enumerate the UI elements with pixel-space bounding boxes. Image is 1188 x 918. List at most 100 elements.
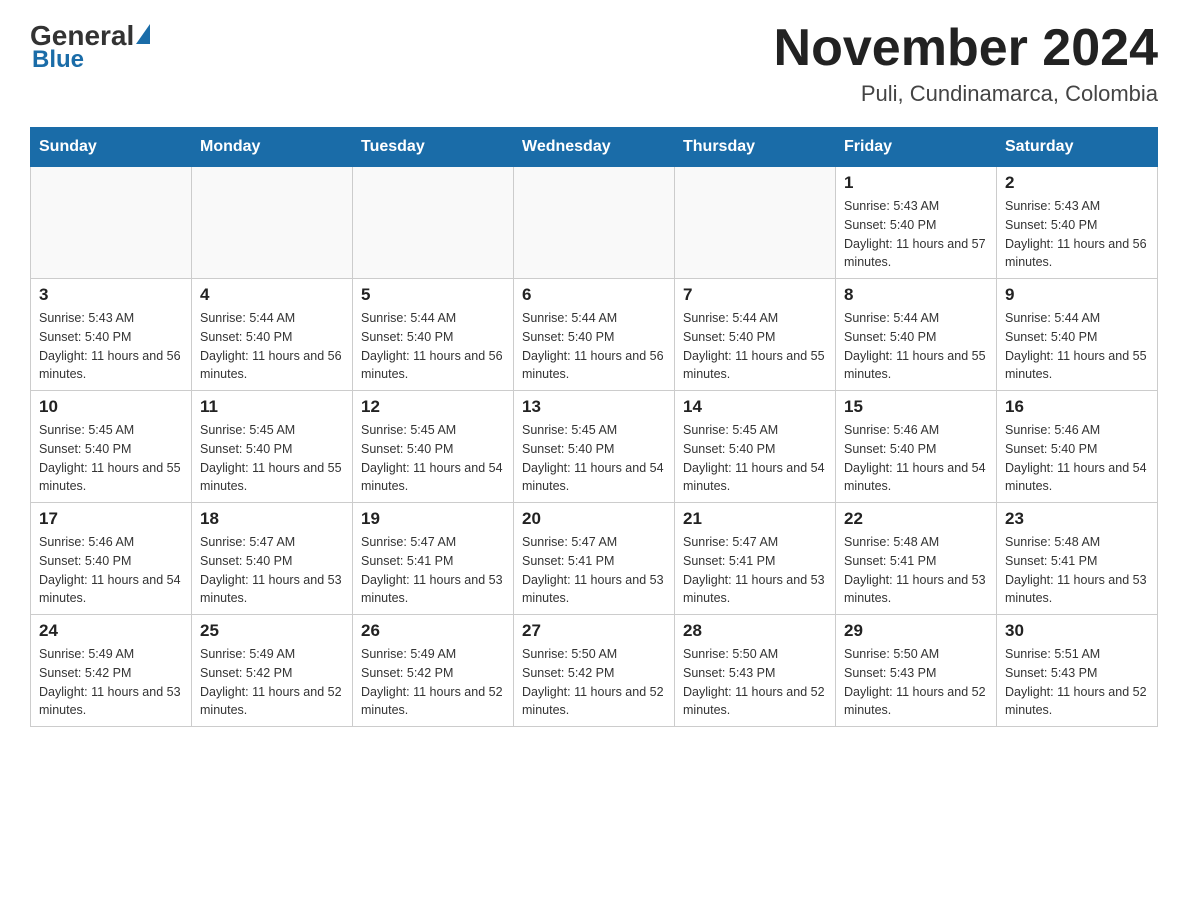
day-info: Sunrise: 5:43 AM Sunset: 5:40 PM Dayligh… [39,309,183,384]
day-number: 16 [1005,397,1149,417]
calendar-week-3: 10 Sunrise: 5:45 AM Sunset: 5:40 PM Dayli… [31,391,1158,503]
day-number: 11 [200,397,344,417]
day-info: Sunrise: 5:45 AM Sunset: 5:40 PM Dayligh… [683,421,827,496]
calendar-week-5: 24 Sunrise: 5:49 AM Sunset: 5:42 PM Dayli… [31,615,1158,727]
calendar-cell: 6 Sunrise: 5:44 AM Sunset: 5:40 PM Daylig… [514,279,675,391]
weekday-header-friday: Friday [836,128,997,167]
calendar-cell: 27 Sunrise: 5:50 AM Sunset: 5:42 PM Dayli… [514,615,675,727]
calendar-cell [514,167,675,279]
calendar-cell [353,167,514,279]
day-info: Sunrise: 5:44 AM Sunset: 5:40 PM Dayligh… [522,309,666,384]
weekday-header-tuesday: Tuesday [353,128,514,167]
calendar-cell: 22 Sunrise: 5:48 AM Sunset: 5:41 PM Dayli… [836,503,997,615]
day-info: Sunrise: 5:45 AM Sunset: 5:40 PM Dayligh… [522,421,666,496]
day-info: Sunrise: 5:49 AM Sunset: 5:42 PM Dayligh… [200,645,344,720]
calendar-cell: 24 Sunrise: 5:49 AM Sunset: 5:42 PM Dayli… [31,615,192,727]
day-info: Sunrise: 5:50 AM Sunset: 5:42 PM Dayligh… [522,645,666,720]
day-info: Sunrise: 5:46 AM Sunset: 5:40 PM Dayligh… [844,421,988,496]
calendar-cell: 1 Sunrise: 5:43 AM Sunset: 5:40 PM Daylig… [836,167,997,279]
day-info: Sunrise: 5:49 AM Sunset: 5:42 PM Dayligh… [39,645,183,720]
day-info: Sunrise: 5:47 AM Sunset: 5:41 PM Dayligh… [683,533,827,608]
title-section: November 2024 Puli, Cundinamarca, Colomb… [774,20,1158,107]
day-info: Sunrise: 5:50 AM Sunset: 5:43 PM Dayligh… [683,645,827,720]
day-number: 28 [683,621,827,641]
weekday-header-saturday: Saturday [997,128,1158,167]
calendar-cell: 8Sunrise: 5:44 AM Sunset: 5:40 PM Daylig… [836,279,997,391]
day-number: 5 [361,285,505,305]
logo: General Blue [30,20,150,74]
calendar-cell: 23Sunrise: 5:48 AM Sunset: 5:41 PM Dayli… [997,503,1158,615]
calendar-cell: 7 Sunrise: 5:44 AM Sunset: 5:40 PM Daylig… [675,279,836,391]
calendar-cell: 13 Sunrise: 5:45 AM Sunset: 5:40 PM Dayli… [514,391,675,503]
calendar-cell: 17 Sunrise: 5:46 AM Sunset: 5:40 PM Dayli… [31,503,192,615]
day-number: 12 [361,397,505,417]
day-number: 8 [844,285,988,305]
calendar-cell: 21 Sunrise: 5:47 AM Sunset: 5:41 PM Dayli… [675,503,836,615]
calendar-cell: 12 Sunrise: 5:45 AM Sunset: 5:40 PM Dayli… [353,391,514,503]
calendar-cell: 9Sunrise: 5:44 AM Sunset: 5:40 PM Daylig… [997,279,1158,391]
day-number: 26 [361,621,505,641]
calendar-table: SundayMondayTuesdayWednesdayThursdayFrid… [30,127,1158,727]
calendar-cell: 11 Sunrise: 5:45 AM Sunset: 5:40 PM Dayli… [192,391,353,503]
day-number: 1 [844,173,988,193]
calendar-header-row: SundayMondayTuesdayWednesdayThursdayFrid… [31,128,1158,167]
day-number: 7 [683,285,827,305]
day-number: 17 [39,509,183,529]
day-number: 15 [844,397,988,417]
day-number: 19 [361,509,505,529]
weekday-header-sunday: Sunday [31,128,192,167]
day-info: Sunrise: 5:46 AM Sunset: 5:40 PM Dayligh… [39,533,183,608]
day-number: 24 [39,621,183,641]
calendar-week-4: 17 Sunrise: 5:46 AM Sunset: 5:40 PM Dayli… [31,503,1158,615]
day-info: Sunrise: 5:49 AM Sunset: 5:42 PM Dayligh… [361,645,505,720]
day-info: Sunrise: 5:43 AM Sunset: 5:40 PM Dayligh… [844,197,988,272]
day-info: Sunrise: 5:47 AM Sunset: 5:41 PM Dayligh… [522,533,666,608]
day-number: 30 [1005,621,1149,641]
day-number: 13 [522,397,666,417]
calendar-cell: 19 Sunrise: 5:47 AM Sunset: 5:41 PM Dayli… [353,503,514,615]
calendar-week-2: 3 Sunrise: 5:43 AM Sunset: 5:40 PM Daylig… [31,279,1158,391]
calendar-cell: 28 Sunrise: 5:50 AM Sunset: 5:43 PM Dayli… [675,615,836,727]
day-info: Sunrise: 5:47 AM Sunset: 5:41 PM Dayligh… [361,533,505,608]
day-info: Sunrise: 5:45 AM Sunset: 5:40 PM Dayligh… [200,421,344,496]
calendar-cell: 18Sunrise: 5:47 AM Sunset: 5:40 PM Dayli… [192,503,353,615]
day-number: 18 [200,509,344,529]
day-number: 10 [39,397,183,417]
day-info: Sunrise: 5:45 AM Sunset: 5:40 PM Dayligh… [361,421,505,496]
calendar-week-1: 1 Sunrise: 5:43 AM Sunset: 5:40 PM Daylig… [31,167,1158,279]
calendar-cell: 16Sunrise: 5:46 AM Sunset: 5:40 PM Dayli… [997,391,1158,503]
calendar-cell: 3 Sunrise: 5:43 AM Sunset: 5:40 PM Daylig… [31,279,192,391]
day-number: 25 [200,621,344,641]
day-number: 9 [1005,285,1149,305]
day-info: Sunrise: 5:44 AM Sunset: 5:40 PM Dayligh… [200,309,344,384]
month-year-title: November 2024 [774,20,1158,77]
calendar-cell: 15 Sunrise: 5:46 AM Sunset: 5:40 PM Dayli… [836,391,997,503]
weekday-header-wednesday: Wednesday [514,128,675,167]
day-number: 20 [522,509,666,529]
day-number: 3 [39,285,183,305]
page-header: General Blue November 2024 Puli, Cundina… [30,20,1158,107]
calendar-cell: 20 Sunrise: 5:47 AM Sunset: 5:41 PM Dayli… [514,503,675,615]
day-info: Sunrise: 5:44 AM Sunset: 5:40 PM Dayligh… [361,309,505,384]
logo-blue-text: Blue [32,46,84,74]
calendar-cell [192,167,353,279]
day-number: 6 [522,285,666,305]
day-number: 23 [1005,509,1149,529]
calendar-cell: 10 Sunrise: 5:45 AM Sunset: 5:40 PM Dayli… [31,391,192,503]
calendar-cell [31,167,192,279]
day-info: Sunrise: 5:45 AM Sunset: 5:40 PM Dayligh… [39,421,183,496]
day-number: 21 [683,509,827,529]
calendar-cell: 4Sunrise: 5:44 AM Sunset: 5:40 PM Daylig… [192,279,353,391]
day-info: Sunrise: 5:43 AM Sunset: 5:40 PM Dayligh… [1005,197,1149,272]
day-info: Sunrise: 5:44 AM Sunset: 5:40 PM Dayligh… [683,309,827,384]
logo-triangle-icon [136,24,150,44]
day-number: 27 [522,621,666,641]
calendar-cell: 14 Sunrise: 5:45 AM Sunset: 5:40 PM Dayli… [675,391,836,503]
day-number: 14 [683,397,827,417]
calendar-cell: 29Sunrise: 5:50 AM Sunset: 5:43 PM Dayli… [836,615,997,727]
location-subtitle: Puli, Cundinamarca, Colombia [774,81,1158,107]
calendar-cell: 30Sunrise: 5:51 AM Sunset: 5:43 PM Dayli… [997,615,1158,727]
day-number: 29 [844,621,988,641]
day-info: Sunrise: 5:48 AM Sunset: 5:41 PM Dayligh… [844,533,988,608]
day-number: 22 [844,509,988,529]
